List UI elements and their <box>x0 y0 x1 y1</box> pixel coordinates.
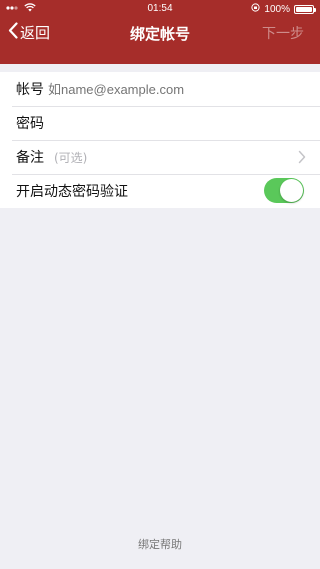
account-input[interactable] <box>48 81 248 97</box>
orientation-lock-icon <box>251 3 261 15</box>
account-label: 帐号 <box>16 82 44 98</box>
account-row: 帐号 <box>0 72 320 106</box>
status-right: 100% <box>251 3 316 15</box>
note-row[interactable]: 备注 (可选) <box>0 140 320 174</box>
password-label: 密码 <box>16 116 44 132</box>
bind-account-form: 帐号 密码 备注 (可选) 开启动态密码验证 <box>0 72 320 208</box>
toggle-knob <box>280 179 303 202</box>
next-step-button[interactable]: 下一步 <box>262 23 304 43</box>
top-bar: 01:54 100% 返回 绑定帐号 下一步 <box>0 0 320 64</box>
dynamic-password-label: 开启动态密码验证 <box>16 184 128 200</box>
dynamic-password-row: 开启动态密码验证 <box>0 174 320 208</box>
password-row: 密码 <box>0 106 320 140</box>
battery-percent: 100% <box>264 3 290 15</box>
navigation-bar: 返回 绑定帐号 下一步 <box>0 18 320 48</box>
status-bar: 01:54 100% <box>0 0 320 18</box>
note-label: 备注 <box>16 150 44 166</box>
battery-icon <box>294 4 316 14</box>
note-hint: (可选) <box>54 150 88 165</box>
chevron-right-icon <box>298 149 306 168</box>
password-input[interactable] <box>48 115 248 131</box>
bind-help-link[interactable]: 绑定帮助 <box>0 536 320 552</box>
dynamic-password-toggle[interactable] <box>264 178 304 203</box>
